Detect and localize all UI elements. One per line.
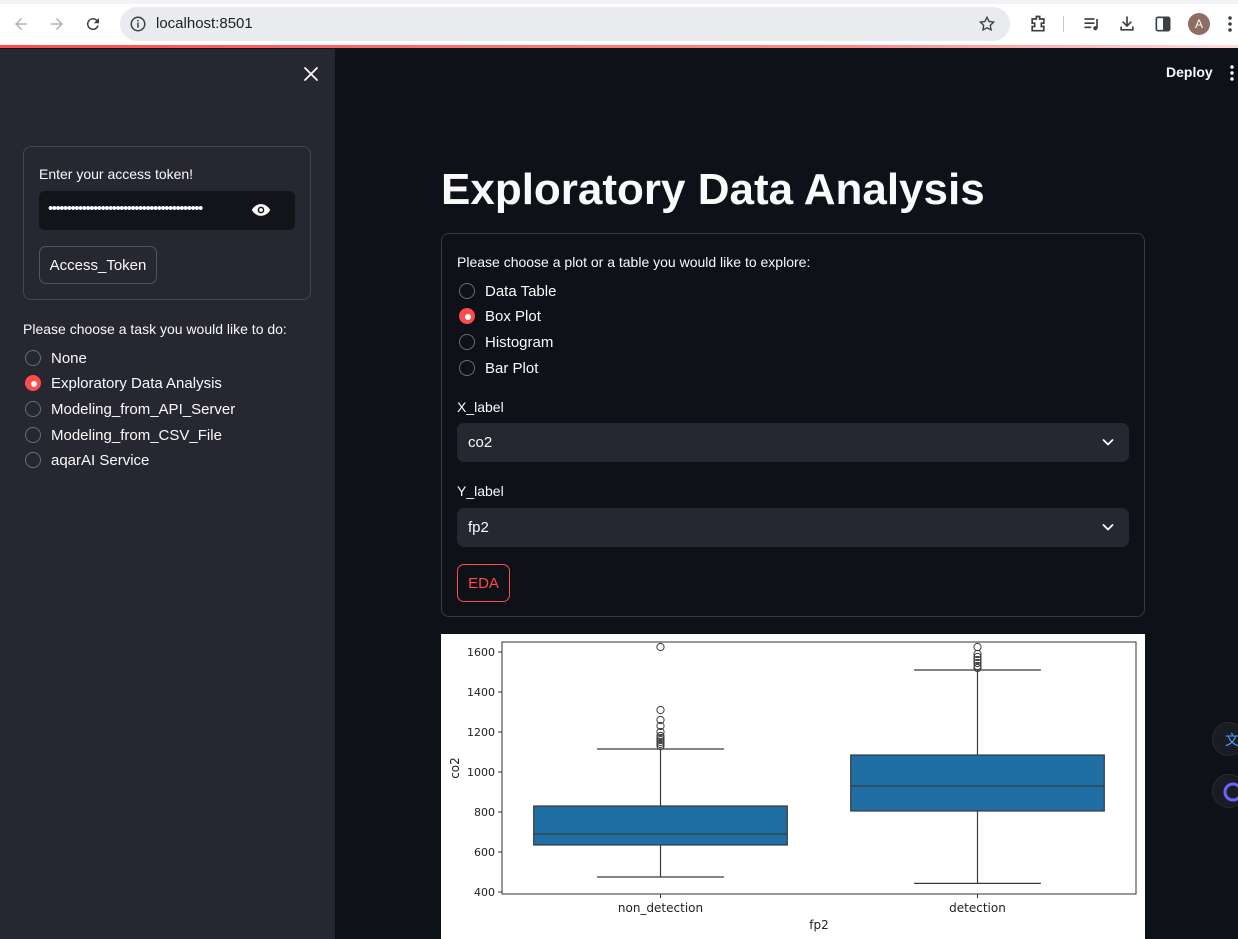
address-bar[interactable]: localhost:8501 xyxy=(120,7,1010,41)
translate-icon[interactable]: 文 xyxy=(1212,722,1238,756)
task-option-label: Modeling_from_CSV_File xyxy=(51,426,222,444)
box xyxy=(850,754,1105,812)
box-plot-svg: 400 600 800 1000 1200 1400 1600 fp2 co2 non_detec… xyxy=(448,641,1137,932)
toolbar-divider xyxy=(1063,16,1064,32)
access-token-button[interactable]: Access_Token xyxy=(39,246,157,284)
back-icon[interactable] xyxy=(9,12,33,36)
sidebar: Enter your access token! •••••••••••••••… xyxy=(0,49,335,939)
loading-bar xyxy=(0,45,1238,48)
x-label-select[interactable]: co2 xyxy=(457,423,1129,462)
x-axis-label: fp2 xyxy=(809,918,828,932)
info-icon[interactable] xyxy=(129,15,147,33)
y-label-value: fp2 xyxy=(468,519,489,536)
x-tick-label: non_detection xyxy=(618,901,703,915)
token-value: ••••••••••••••••••••••••••••••••••••••••… xyxy=(48,200,203,217)
plot-option-label: Data Table xyxy=(485,282,557,300)
task-label: Please choose a task you would like to d… xyxy=(23,321,287,337)
chevron-down-icon[interactable] xyxy=(1101,520,1115,534)
x-label-value: co2 xyxy=(468,434,493,451)
sidepanel-icon[interactable] xyxy=(1153,14,1173,34)
y-tick-label: 1200 xyxy=(467,726,495,739)
main-content: Deploy Exploratory Data Analysis Please … xyxy=(335,49,1238,939)
plot-option-bar-plot[interactable]: Bar Plot xyxy=(459,357,538,379)
plot-option-label: Histogram xyxy=(485,333,554,351)
task-option-label: aqarAI Service xyxy=(51,451,150,469)
app-menu-icon[interactable] xyxy=(1229,64,1235,82)
token-form: Enter your access token! •••••••••••••••… xyxy=(23,146,311,300)
radio-icon[interactable] xyxy=(459,334,475,350)
url-text: localhost:8501 xyxy=(156,15,253,32)
plot-option-histogram[interactable]: Histogram xyxy=(459,331,553,353)
eda-form: Please choose a plot or a table you woul… xyxy=(441,233,1145,617)
radio-icon[interactable] xyxy=(459,360,475,376)
eda-button[interactable]: EDA xyxy=(457,564,510,602)
radio-selected-icon[interactable] xyxy=(25,375,41,391)
task-option-csv[interactable]: Modeling_from_CSV_File xyxy=(25,424,222,446)
x-tick-label: detection xyxy=(949,901,1006,915)
eye-icon[interactable] xyxy=(251,202,271,218)
task-option-aqarai[interactable]: aqarAI Service xyxy=(25,449,149,471)
task-option-none[interactable]: None xyxy=(25,347,87,369)
task-option-label: Modeling_from_API_Server xyxy=(51,400,236,418)
y-axis-label: co2 xyxy=(448,757,462,779)
y-tick-label: 400 xyxy=(474,886,495,899)
task-option-eda[interactable]: Exploratory Data Analysis xyxy=(25,372,222,394)
y-tick-label: 600 xyxy=(474,846,495,859)
reload-icon[interactable] xyxy=(81,12,105,36)
y-label-select[interactable]: fp2 xyxy=(457,508,1129,547)
y-tick-label: 1000 xyxy=(467,766,495,779)
y-tick-label: 1400 xyxy=(467,686,495,699)
plot-question: Please choose a plot or a table you woul… xyxy=(457,254,811,270)
avatar[interactable]: A xyxy=(1188,13,1210,35)
download-icon[interactable] xyxy=(1117,14,1137,34)
assistant-icon[interactable] xyxy=(1212,774,1238,808)
close-icon[interactable] xyxy=(302,65,320,83)
extensions-icon[interactable] xyxy=(1028,14,1048,34)
radio-icon[interactable] xyxy=(459,283,475,299)
star-icon[interactable] xyxy=(978,15,996,33)
radio-selected-icon[interactable] xyxy=(459,308,475,324)
task-option-label: Exploratory Data Analysis xyxy=(51,374,222,392)
svg-text:文: 文 xyxy=(1225,733,1238,749)
plot-option-box-plot[interactable]: Box Plot xyxy=(459,305,541,327)
task-option-label: None xyxy=(51,349,87,367)
plot-option-label: Bar Plot xyxy=(485,359,539,377)
x-label-caption: X_label xyxy=(457,399,504,415)
token-label: Enter your access token! xyxy=(39,166,194,182)
y-tick-label: 1600 xyxy=(467,646,495,659)
forward-icon[interactable] xyxy=(45,12,69,36)
chevron-down-icon[interactable] xyxy=(1101,435,1115,449)
radio-icon[interactable] xyxy=(25,350,41,366)
page-title: Exploratory Data Analysis xyxy=(441,165,985,214)
radio-icon[interactable] xyxy=(25,401,41,417)
box-plot: 400 600 800 1000 1200 1400 1600 fp2 co2 non_detec… xyxy=(441,634,1145,939)
browser-toolbar: localhost:8501 A xyxy=(0,0,1238,48)
radio-icon[interactable] xyxy=(25,452,41,468)
plot-option-data-table[interactable]: Data Table xyxy=(459,280,556,302)
radio-icon[interactable] xyxy=(25,427,41,443)
tab-strip xyxy=(0,0,1238,4)
task-option-api[interactable]: Modeling_from_API_Server xyxy=(25,398,235,420)
y-label-caption: Y_label xyxy=(457,483,504,499)
media-icon[interactable] xyxy=(1082,14,1102,34)
token-input[interactable]: ••••••••••••••••••••••••••••••••••••••••… xyxy=(39,191,295,230)
box xyxy=(533,805,788,846)
deploy-button[interactable]: Deploy xyxy=(1166,64,1213,80)
y-tick-label: 800 xyxy=(474,806,495,819)
plot-option-label: Box Plot xyxy=(485,307,541,325)
menu-icon[interactable] xyxy=(1226,14,1234,34)
